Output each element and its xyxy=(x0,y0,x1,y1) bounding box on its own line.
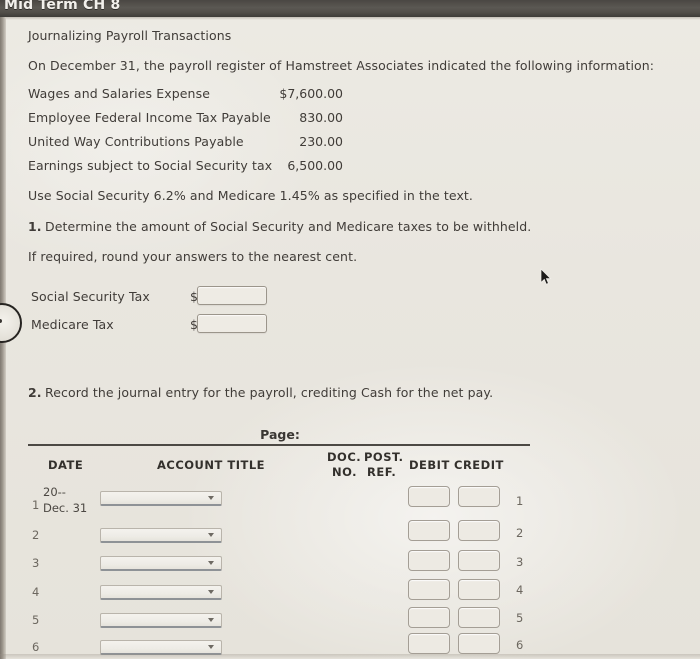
credit-input-6[interactable] xyxy=(458,633,500,654)
window-title: Mid Term CH 8 xyxy=(4,0,121,13)
credit-input-4[interactable] xyxy=(458,579,500,600)
row-number-left: 1 xyxy=(32,498,40,512)
column-header-credit: CREDIT xyxy=(454,458,504,472)
line-item-amount: 230.00 xyxy=(299,134,343,149)
requirement-1-number: 1. xyxy=(28,219,42,234)
row-number-left: 5 xyxy=(32,613,40,627)
social-security-tax-label: Social Security Tax xyxy=(31,289,150,304)
row-number-right: 6 xyxy=(516,638,524,652)
screen: Mid Term CH 8 Journalizing Payroll Trans… xyxy=(0,0,700,659)
debit-input-5[interactable] xyxy=(408,607,450,628)
account-title-select-2[interactable] xyxy=(100,528,222,543)
account-title-select-5[interactable] xyxy=(100,613,222,628)
line-item-label: Employee Federal Income Tax Payable xyxy=(28,110,271,125)
line-item-label: United Way Contributions Payable xyxy=(28,134,244,149)
requirement-2-text: Record the journal entry for the payroll… xyxy=(45,385,494,400)
column-header-account-title: ACCOUNT TITLE xyxy=(157,458,266,472)
row-number-left: 2 xyxy=(32,528,40,542)
column-header-post-ref: REF. xyxy=(367,465,397,479)
row-number-left: 4 xyxy=(32,585,40,599)
line-item-amount: 830.00 xyxy=(299,110,343,125)
credit-input-3[interactable] xyxy=(458,550,500,571)
account-title-select-1[interactable] xyxy=(100,491,222,506)
column-header-debit: DEBIT xyxy=(409,458,450,472)
page-bottom-edge xyxy=(0,654,700,659)
circle-dot-icon xyxy=(0,319,2,323)
medicare-tax-label: Medicare Tax xyxy=(31,317,114,332)
scroll-handle-circle[interactable] xyxy=(0,303,22,343)
row-number-right: 1 xyxy=(516,494,524,508)
account-title-select-3[interactable] xyxy=(100,556,222,571)
requirement-2-number: 2. xyxy=(28,385,42,400)
line-item-amount: $7,600.00 xyxy=(279,86,343,101)
problem-heading: Journalizing Payroll Transactions xyxy=(28,28,232,43)
credit-input-2[interactable] xyxy=(458,520,500,541)
problem-intro: On December 31, the payroll register of … xyxy=(28,58,655,73)
debit-input-1[interactable] xyxy=(408,486,450,507)
column-header-doc-no: NO. xyxy=(332,465,358,479)
column-header-post-ref: POST. xyxy=(364,450,404,464)
row-number-right: 3 xyxy=(516,555,524,569)
credit-input-5[interactable] xyxy=(458,607,500,628)
debit-input-4[interactable] xyxy=(408,579,450,600)
line-item-label: Earnings subject to Social Security tax xyxy=(28,158,273,173)
row-date-year: 20-- xyxy=(43,485,66,499)
journal-page-label: Page: xyxy=(260,427,300,442)
debit-input-2[interactable] xyxy=(408,520,450,541)
debit-input-3[interactable] xyxy=(408,550,450,571)
medicare-tax-input[interactable] xyxy=(197,314,267,333)
content-area: Journalizing Payroll Transactions On Dec… xyxy=(0,17,700,659)
column-header-date: DATE xyxy=(48,458,84,472)
account-title-select-6[interactable] xyxy=(100,640,222,655)
row-number-left: 6 xyxy=(32,640,40,654)
line-item-amount: 6,500.00 xyxy=(287,158,343,173)
credit-input-1[interactable] xyxy=(458,486,500,507)
row-number-right: 5 xyxy=(516,611,524,625)
line-item-label: Wages and Salaries Expense xyxy=(28,86,210,101)
row-number-left: 3 xyxy=(32,556,40,570)
window-titlebar: Mid Term CH 8 xyxy=(0,0,700,17)
row-number-right: 2 xyxy=(516,526,524,540)
social-security-tax-input[interactable] xyxy=(197,286,267,305)
row-date-day: Dec. 31 xyxy=(43,501,88,515)
debit-input-6[interactable] xyxy=(408,633,450,654)
account-title-select-4[interactable] xyxy=(100,585,222,600)
journal-top-rule xyxy=(28,444,530,446)
requirement-1-text: Determine the amount of Social Security … xyxy=(45,219,532,234)
column-header-doc-no: DOC. xyxy=(327,450,362,464)
rounding-note: If required, round your answers to the n… xyxy=(28,249,358,264)
row-number-right: 4 xyxy=(516,583,524,597)
rates-note: Use Social Security 6.2% and Medicare 1.… xyxy=(28,188,474,203)
